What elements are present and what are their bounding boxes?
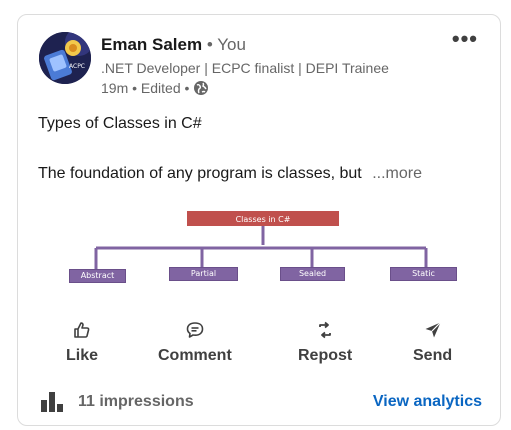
post-body: The foundation of any program is classes… xyxy=(38,165,422,183)
post-meta: 19m • Edited • xyxy=(101,80,209,96)
diagram-child-label: Partial xyxy=(190,269,217,278)
diagram-child-label: Sealed xyxy=(298,269,327,278)
author-headline: .NET Developer | ECPC finalist | DEPI Tr… xyxy=(101,60,389,76)
repost-label: Repost xyxy=(298,347,353,364)
thumbs-up-icon xyxy=(74,322,90,338)
diagram-child-static: Static xyxy=(390,267,457,281)
more-options-icon[interactable]: ••• xyxy=(452,28,478,50)
author-relation: • You xyxy=(206,35,246,54)
action-bar: Like Comment Repost Send xyxy=(18,320,502,372)
post-footer: 11 impressions View analytics xyxy=(18,388,502,418)
impressions-count[interactable]: 11 impressions xyxy=(78,393,194,411)
author-name-line[interactable]: Eman Salem • You xyxy=(101,35,246,55)
avatar-image: ACPC xyxy=(39,32,91,84)
diagram-child-sealed: Sealed xyxy=(280,267,345,281)
bar-chart-icon xyxy=(41,392,63,412)
post-timestamp: 19m • Edited • xyxy=(101,80,190,96)
see-more-link[interactable]: ...more xyxy=(372,165,422,182)
like-button[interactable]: Like xyxy=(66,320,98,365)
avatar[interactable]: ACPC xyxy=(39,32,91,84)
globe-icon xyxy=(194,81,209,95)
diagram-child-abstract: Abstract xyxy=(69,269,126,283)
send-label: Send xyxy=(413,347,453,364)
post-title: Types of Classes in C# xyxy=(38,115,202,132)
svg-text:ACPC: ACPC xyxy=(69,63,85,70)
comment-label: Comment xyxy=(158,347,232,364)
diagram-child-label: Static xyxy=(412,269,435,278)
diagram-child-partial: Partial xyxy=(169,267,238,281)
comment-icon xyxy=(186,322,204,338)
send-button[interactable]: Send xyxy=(413,320,452,365)
like-label: Like xyxy=(66,347,99,364)
diagram-child-label: Abstract xyxy=(80,271,115,280)
repost-icon xyxy=(319,321,332,339)
comment-button[interactable]: Comment xyxy=(158,320,232,365)
post-card: ACPC Eman Salem • You .NET Developer | E… xyxy=(17,14,501,426)
repost-button[interactable]: Repost xyxy=(298,320,352,365)
send-icon xyxy=(425,322,441,338)
author-name[interactable]: Eman Salem xyxy=(101,35,202,54)
view-analytics-link[interactable]: View analytics xyxy=(373,393,482,411)
diagram-children: Abstract Partial Sealed Static xyxy=(66,205,466,285)
post-body-text: The foundation of any program is classes… xyxy=(38,165,362,182)
